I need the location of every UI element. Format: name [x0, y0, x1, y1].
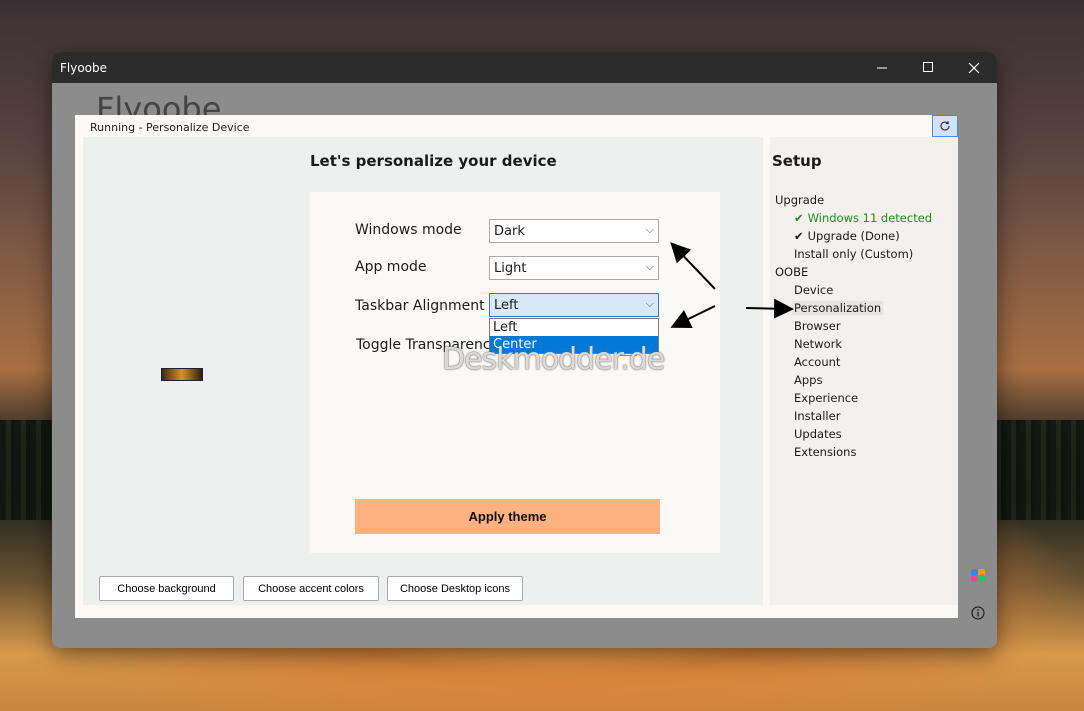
sidebar-item-updates[interactable]: Updates — [794, 427, 842, 441]
app-mode-value: Light — [494, 261, 527, 276]
apply-theme-button[interactable]: Apply theme — [355, 499, 660, 534]
info-icon — [971, 606, 985, 620]
sidebar-item-label: Windows 11 detected — [807, 211, 933, 225]
choose-accent-colors-button[interactable]: Choose accent colors — [243, 576, 379, 601]
personalize-dialog: Running - Personalize Device Let's perso… — [75, 115, 958, 618]
sidebar-item-browser[interactable]: Browser — [794, 319, 841, 333]
copilot-button[interactable] — [970, 567, 986, 583]
sidebar-item-network[interactable]: Network — [794, 337, 842, 351]
dropdown-option-left[interactable]: Left — [490, 319, 658, 336]
info-button[interactable] — [970, 605, 986, 621]
copilot-icon — [971, 569, 985, 582]
window-title: Flyoobe — [60, 60, 108, 75]
title-bar[interactable]: Flyoobe — [52, 52, 997, 83]
taskbar-alignment-select[interactable]: Left ⌵ — [489, 293, 659, 317]
maximize-icon — [922, 62, 933, 72]
sidebar-item-label: Upgrade (Done) — [807, 229, 900, 243]
close-icon — [968, 62, 980, 73]
sidebar-item-extensions[interactable]: Extensions — [794, 445, 856, 459]
refresh-icon — [940, 121, 950, 131]
sidebar-item-personalization[interactable]: Personalization — [792, 301, 884, 315]
checkmark-icon: ✔ — [794, 211, 804, 225]
content-area: Let's personalize your device Windows mo… — [83, 137, 763, 605]
choose-desktop-icons-button[interactable]: Choose Desktop icons — [387, 576, 523, 601]
chevron-down-icon: ⌵ — [645, 297, 654, 310]
sidebar-item-experience[interactable]: Experience — [794, 391, 858, 405]
sidebar-item-upgrade[interactable]: Upgrade — [775, 193, 824, 207]
sidebar-item-oobe[interactable]: OOBE — [775, 265, 808, 279]
windows-mode-value: Dark — [494, 224, 525, 239]
taskbar-alignment-value: Left — [494, 298, 519, 313]
chevron-down-icon: ⌵ — [645, 223, 654, 236]
minimize-icon — [876, 67, 887, 69]
app-window: Flyoobe Flyoobe Running - Personalize De… — [52, 52, 997, 648]
app-mode-label: App mode — [355, 259, 427, 275]
sidebar-item-windows-11-detected[interactable]: ✔ Windows 11 detected — [794, 211, 932, 225]
sidebar-item-device[interactable]: Device — [794, 283, 833, 297]
page-heading: Let's personalize your device — [310, 152, 557, 170]
sidebar-item-upgrade-done[interactable]: ✔ Upgrade (Done) — [794, 229, 900, 243]
windows-mode-select[interactable]: Dark ⌵ — [489, 219, 659, 243]
settings-card: Windows mode Dark ⌵ App mode Light ⌵ Tas… — [310, 192, 720, 553]
minimize-button[interactable] — [859, 52, 905, 83]
sidebar-item-install-only[interactable]: Install only (Custom) — [794, 247, 913, 261]
choose-background-button[interactable]: Choose background — [99, 576, 234, 601]
sidebar-item-installer[interactable]: Installer — [794, 409, 840, 423]
checkmark-icon: ✔ — [794, 229, 804, 243]
windows-mode-label: Windows mode — [355, 222, 462, 238]
taskbar-alignment-label: Taskbar Alignment — [355, 298, 485, 314]
sidebar-item-apps[interactable]: Apps — [794, 373, 822, 387]
chevron-down-icon: ⌵ — [645, 260, 654, 273]
status-text: Running - Personalize Device — [90, 121, 250, 134]
sidebar-item-account[interactable]: Account — [794, 355, 840, 369]
background-thumbnail — [161, 368, 203, 381]
refresh-button[interactable] — [932, 115, 958, 137]
close-button[interactable] — [951, 52, 997, 83]
watermark: Deskmodder.de — [442, 342, 665, 377]
setup-sidebar: Setup Upgrade ✔ Windows 11 detected ✔ Upgr… — [770, 137, 958, 605]
maximize-button[interactable] — [905, 52, 951, 83]
app-mode-select[interactable]: Light ⌵ — [489, 256, 659, 280]
sidebar-title: Setup — [772, 152, 822, 170]
